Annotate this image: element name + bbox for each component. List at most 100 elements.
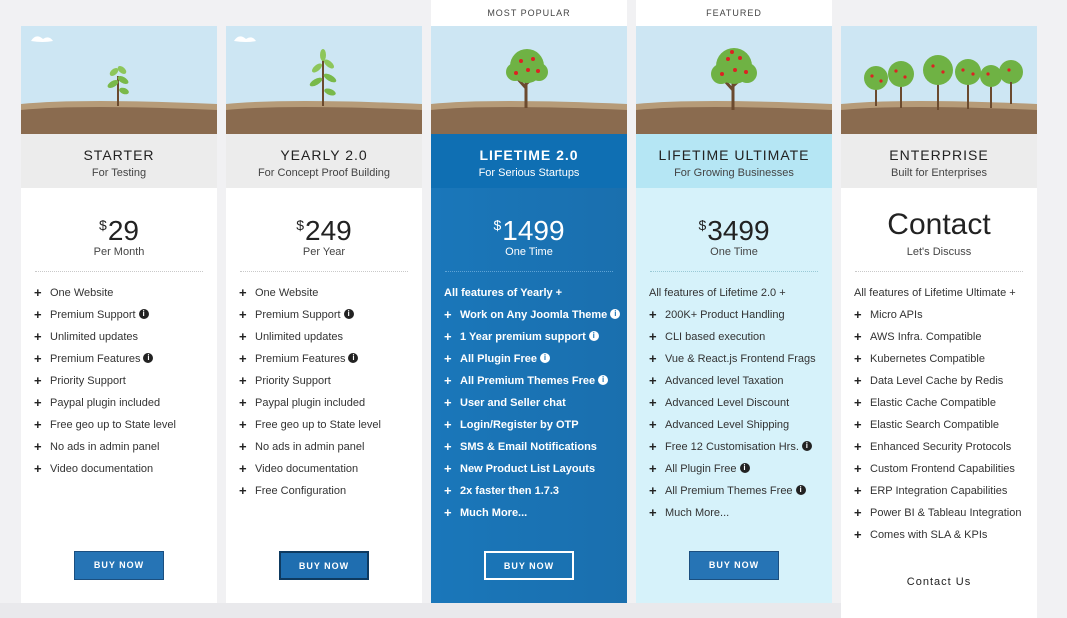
feature-intro: All features of Yearly +: [444, 287, 563, 299]
feature-text: No ads in admin panel: [255, 441, 365, 453]
fruit-tree-illustration: [431, 26, 627, 134]
plus-icon: +: [239, 285, 247, 300]
info-icon[interactable]: i: [143, 353, 154, 363]
plus-icon: +: [649, 373, 657, 388]
page-footer-shadow: [0, 603, 841, 618]
plus-icon: +: [649, 461, 657, 476]
feature-text: No ads in admin panel: [50, 441, 160, 453]
plan-subtitle: For Growing Businesses: [674, 167, 794, 179]
feature-item: + Premium Features i: [34, 352, 217, 374]
feature-text: One Website: [255, 287, 319, 299]
feature-intro: All features of Lifetime 2.0 +: [649, 287, 786, 299]
feature-text: Vue & React.js Frontend Frags: [665, 353, 816, 365]
feature-item: + Work on Any Joomla Theme i: [444, 308, 627, 330]
plus-icon: +: [444, 505, 452, 520]
buy-now-button[interactable]: BUY NOW: [484, 551, 574, 580]
info-icon[interactable]: i: [588, 331, 599, 341]
divider: [240, 271, 408, 272]
plus-icon: +: [34, 307, 42, 322]
feature-list: + One Website + Premium Support i + Unlimited …: [239, 286, 422, 506]
plus-icon: +: [854, 373, 862, 388]
feature-item: + New Product List Layouts: [444, 462, 627, 484]
feature-item: + All Plugin Free i: [444, 352, 627, 374]
divider: [855, 271, 1023, 272]
feature-text: Free geo up to State level: [50, 419, 176, 431]
buy-now-button[interactable]: BUY NOW: [279, 551, 369, 580]
buy-now-button[interactable]: BUY NOW: [689, 551, 779, 580]
plus-icon: +: [444, 351, 452, 366]
feature-text: New Product List Layouts: [460, 463, 596, 475]
feature-text: Video documentation: [50, 463, 154, 475]
feature-text: AWS Infra. Compatible: [870, 331, 982, 343]
plus-icon: +: [34, 395, 42, 410]
feature-text: Power BI & Tableau Integration: [870, 507, 1022, 519]
info-icon[interactable]: i: [801, 441, 812, 451]
feature-text: Priority Support: [255, 375, 331, 387]
price-amount: 29: [107, 215, 139, 246]
currency-symbol: $: [698, 217, 707, 233]
info-icon[interactable]: i: [540, 353, 551, 363]
plus-icon: +: [444, 373, 452, 388]
feature-text: Premium Features: [255, 353, 346, 365]
divider: [445, 271, 613, 272]
plus-icon: +: [649, 417, 657, 432]
feature-item: + Kubernetes Compatible: [854, 352, 1037, 374]
currency-symbol: $: [99, 217, 107, 233]
feature-text: Advanced Level Discount: [665, 397, 790, 409]
plus-icon: +: [239, 439, 247, 454]
feature-item: + User and Seller chat: [444, 396, 627, 418]
plus-icon: +: [854, 527, 862, 542]
feature-item: + Free geo up to State level: [239, 418, 422, 440]
plus-icon: +: [239, 417, 247, 432]
plus-icon: +: [34, 373, 42, 388]
fruit-tree-illustration: [636, 26, 832, 134]
feature-item: + No ads in admin panel: [239, 440, 422, 462]
feature-text: Unlimited updates: [255, 331, 344, 343]
currency-symbol: $: [493, 217, 502, 233]
info-icon[interactable]: i: [610, 309, 621, 319]
feature-item: + Comes with SLA & KPIs: [854, 528, 1037, 550]
plan-title: LIFETIME 2.0: [479, 147, 579, 163]
plus-icon: +: [649, 505, 657, 520]
plan-price: $1499: [431, 208, 627, 246]
feature-text: All Plugin Free: [665, 463, 737, 475]
contact-us-link[interactable]: Contact Us: [841, 576, 1037, 588]
info-icon[interactable]: i: [348, 353, 359, 363]
plus-icon: +: [854, 439, 862, 454]
plus-icon: +: [239, 395, 247, 410]
feature-item: + Video documentation: [239, 462, 422, 484]
plus-icon: +: [444, 395, 452, 410]
feature-text: All Premium Themes Free: [665, 485, 793, 497]
orchard-illustration: [841, 26, 1037, 134]
plus-icon: +: [649, 439, 657, 454]
feature-item: + Micro APIs: [854, 308, 1037, 330]
plus-icon: +: [649, 395, 657, 410]
info-icon[interactable]: i: [739, 463, 750, 473]
feature-item: +2x faster then 1.7.3: [444, 484, 627, 506]
plus-icon: +: [854, 417, 862, 432]
feature-item: + ERP Integration Capabilities: [854, 484, 1037, 506]
plus-icon: +: [854, 483, 862, 498]
plus-icon: +: [649, 307, 657, 322]
feature-list: All features of Lifetime 2.0 + +200K+ Pro…: [649, 286, 832, 528]
feature-item: + SMS & Email Notifications: [444, 440, 627, 462]
feature-item: + Power BI & Tableau Integration: [854, 506, 1037, 528]
young-tree-illustration: [226, 26, 422, 134]
price-period: Per Month: [93, 246, 145, 258]
price-amount: 1499: [502, 215, 565, 246]
info-icon[interactable]: i: [343, 309, 354, 319]
feature-text: Kubernetes Compatible: [870, 353, 985, 365]
buy-now-button[interactable]: BUY NOW: [74, 551, 164, 580]
info-icon[interactable]: i: [795, 485, 806, 495]
plus-icon: +: [34, 329, 42, 344]
plan-yearly: YEARLY 2.0 For Concept Proof Building $2…: [226, 0, 422, 603]
feature-text: Premium Features: [50, 353, 141, 365]
info-icon[interactable]: i: [138, 309, 149, 319]
feature-text: Login/Register by OTP: [460, 419, 579, 431]
feature-text: Data Level Cache by Redis: [870, 375, 1004, 387]
info-icon[interactable]: i: [598, 375, 609, 385]
plus-icon: +: [34, 351, 42, 366]
feature-text: CLI based execution: [665, 331, 766, 343]
feature-text: SMS & Email Notifications: [460, 441, 597, 453]
feature-text: Video documentation: [255, 463, 359, 475]
